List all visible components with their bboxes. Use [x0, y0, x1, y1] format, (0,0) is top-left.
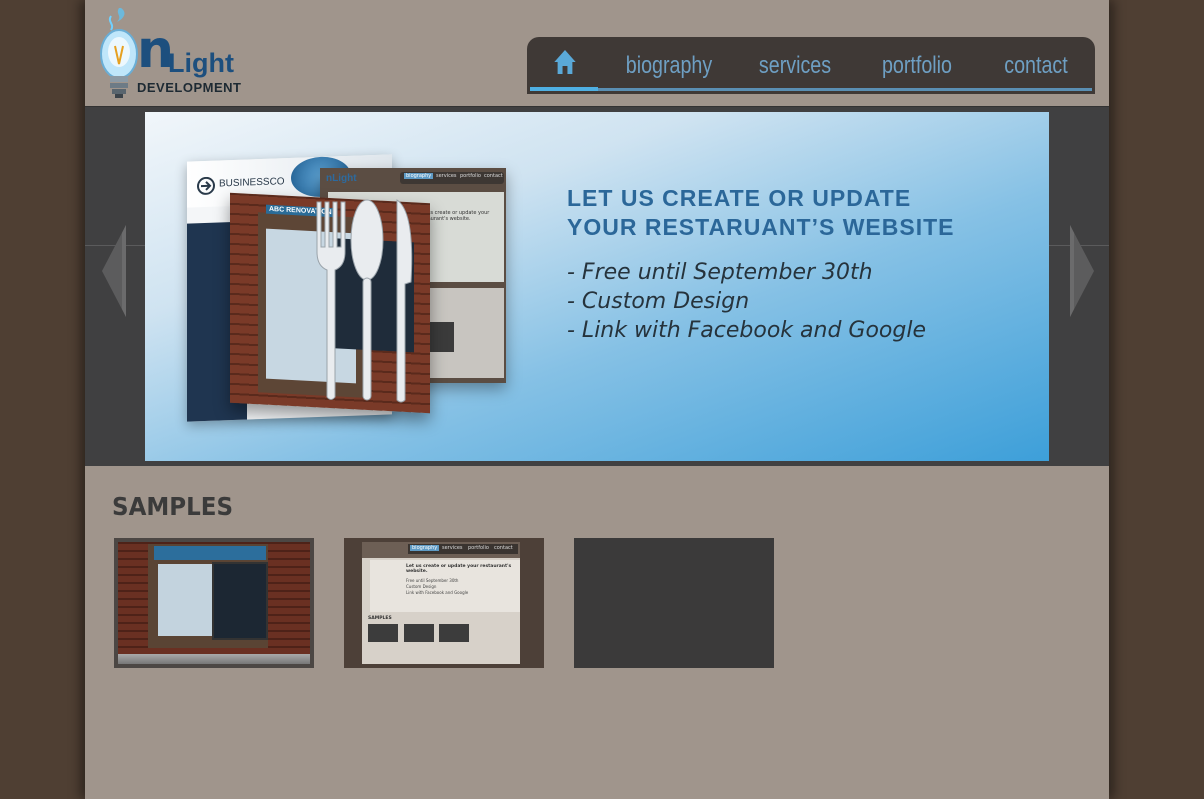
thumb-tab: portfolio: [468, 545, 489, 551]
promo-banner[interactable]: BUSINESSCO nLight biography services por…: [145, 112, 1049, 461]
mockup-brand: BUSINESSCO: [219, 176, 285, 190]
thumb-tab: contact: [494, 545, 513, 551]
thumb-heading: Let us create or update your restaurant'…: [406, 564, 512, 574]
mockup-tab: biography: [404, 173, 434, 179]
main-nav: biography services portfolio contact: [527, 37, 1095, 94]
thumb-tab: biography: [410, 545, 440, 551]
sample-thumbnail-2[interactable]: biography services portfolio contact Let…: [344, 538, 544, 668]
nav-underline: [530, 88, 1092, 91]
mockup-tab: contact: [484, 173, 503, 179]
banner-bullet: - Link with Facebook and Google: [567, 318, 926, 343]
sample-thumbnail-1[interactable]: [114, 538, 314, 668]
thumb-line: Free until September 30th: [406, 578, 459, 583]
home-icon: [554, 50, 576, 74]
sample-thumbnail-3[interactable]: [574, 538, 774, 668]
thumb-samples-label: SAMPLES: [368, 616, 392, 621]
hero-slider: BUSINESSCO nLight biography services por…: [85, 106, 1109, 466]
nav-services[interactable]: services: [754, 37, 836, 94]
mockup-tab: portfolio: [460, 173, 481, 179]
nav-home[interactable]: [540, 37, 589, 94]
businessco-logo-icon: [197, 176, 215, 195]
banner-heading-line2: YOUR RESTARUANT’S WEBSITE: [567, 214, 955, 240]
banner-bullet: - Free until September 30th: [567, 260, 873, 285]
thumb-line: Link with Facebook and Google: [406, 590, 469, 595]
thumb-tab: services: [442, 545, 463, 551]
arrow-left-icon[interactable]: [100, 225, 128, 317]
nav-contact[interactable]: contact: [999, 37, 1073, 94]
page: n Light DEVELOPMENT biography services p…: [85, 0, 1109, 799]
thumb-line: Custom Design: [406, 584, 437, 589]
banner-bullet: - Custom Design: [567, 289, 750, 314]
nav-active-indicator: [530, 87, 598, 91]
mockup-logo: nLight: [326, 173, 357, 184]
mockup-tab: services: [436, 173, 457, 179]
logo-name: Light: [168, 48, 234, 78]
banner-heading-line1: LET US CREATE OR UPDATE: [567, 185, 912, 211]
logo-tagline: DEVELOPMENT: [137, 80, 242, 95]
nav-portfolio[interactable]: portfolio: [873, 37, 962, 94]
arrow-right-icon[interactable]: [1068, 225, 1096, 317]
logo[interactable]: n Light DEVELOPMENT: [97, 6, 257, 98]
cutlery-icon: [316, 199, 413, 403]
samples-title: SAMPLES: [112, 492, 234, 521]
nav-biography[interactable]: biography: [621, 37, 716, 94]
